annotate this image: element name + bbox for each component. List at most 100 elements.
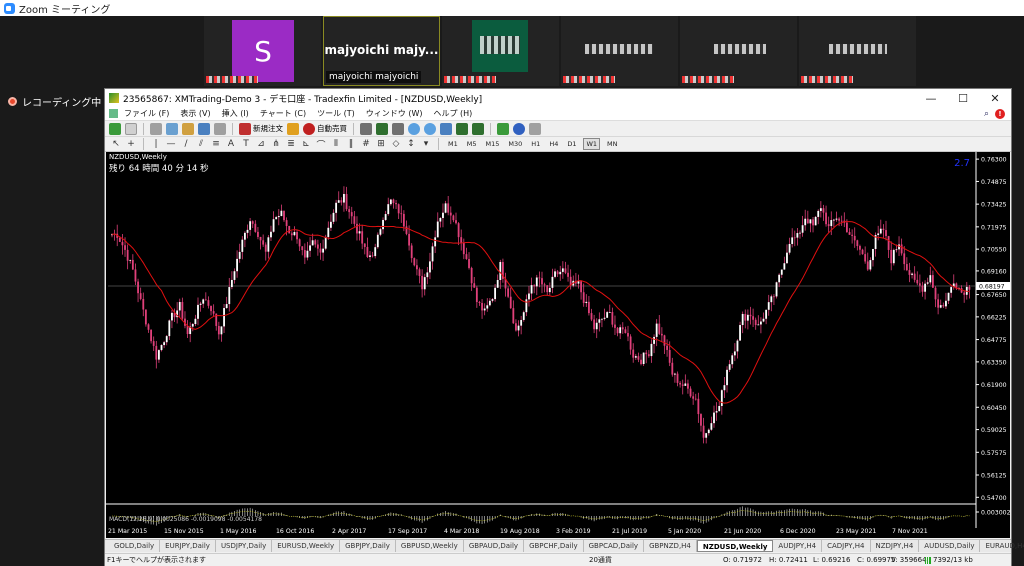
fib-fan-icon[interactable]: ⊾: [301, 139, 311, 149]
menu-window[interactable]: ウィンドウ (W): [366, 108, 423, 119]
menu-file[interactable]: ファイル (F): [124, 108, 169, 119]
mt4-title-bar: 23565867: XMTrading-Demo 3 - デモ口座 - Trad…: [105, 89, 1011, 107]
symbol-tab[interactable]: CADJPY,H4: [822, 540, 871, 552]
close-button[interactable]: ✕: [979, 92, 1011, 105]
chart-shift-icon[interactable]: [472, 122, 484, 135]
navigator-icon[interactable]: [182, 122, 194, 135]
price-chart[interactable]: 0.76300 0.74875 0.73425 0.71975 0.70550 0.691…: [106, 152, 1010, 528]
indicators-icon[interactable]: [497, 122, 509, 135]
expansion-icon[interactable]: ⊞: [376, 139, 386, 149]
label-icon[interactable]: T: [241, 139, 251, 149]
shapes-icon[interactable]: ◇: [391, 139, 401, 149]
cursor-icon[interactable]: ↖: [111, 139, 121, 149]
participant-tile-active[interactable]: majyoichi majy... majyoichi majyoichi: [323, 16, 440, 86]
fib-time-icon[interactable]: ⦀: [331, 139, 341, 149]
participant-tile[interactable]: [680, 16, 797, 86]
regression-icon[interactable]: ≣: [286, 139, 296, 149]
more-tools-icon[interactable]: ▾: [421, 139, 431, 149]
trendline-icon[interactable]: /: [181, 139, 191, 149]
symbol-tab[interactable]: NZDJPY,H4: [871, 540, 920, 552]
symbol-tab[interactable]: GBPUSD,Weekly: [396, 540, 464, 552]
candle-body: [856, 240, 859, 247]
new-order-button[interactable]: 新規注文: [239, 122, 283, 135]
symbol-tab[interactable]: EURAUD,H4: [980, 540, 1024, 552]
symbol-tab[interactable]: GBPCHF,Daily: [524, 540, 584, 552]
auto-trade-button[interactable]: 自動売買: [303, 122, 347, 135]
participant-video: [472, 20, 528, 72]
data-window-icon[interactable]: [166, 122, 178, 135]
minimize-button[interactable]: —: [915, 92, 947, 105]
templates-icon[interactable]: [529, 122, 541, 135]
timeframe-w1[interactable]: W1: [583, 138, 601, 150]
search-icon[interactable]: ⌕: [984, 109, 989, 119]
symbol-tab[interactable]: AUDJPY,H4: [773, 540, 823, 552]
symbol-tab[interactable]: AUDUSD,Daily: [919, 540, 981, 552]
market-watch-icon[interactable]: [150, 122, 162, 135]
timeframe-m15[interactable]: M15: [484, 139, 502, 149]
timeframe-m5[interactable]: M5: [465, 139, 479, 149]
menu-view[interactable]: 表示 (V): [180, 108, 210, 119]
profiles-icon[interactable]: [125, 122, 137, 135]
candle-body: [585, 301, 588, 303]
alert-icon[interactable]: !: [995, 108, 1005, 119]
participant-tile[interactable]: [561, 16, 678, 86]
recording-indicator[interactable]: レコーディング中: [8, 94, 101, 109]
cycle-lines-icon[interactable]: ‖: [346, 139, 356, 149]
candles-icon[interactable]: [376, 122, 388, 135]
gann-icon[interactable]: ⊿: [256, 139, 266, 149]
candle-body: [601, 318, 603, 320]
menu-tools[interactable]: ツール (T): [317, 108, 355, 119]
channel-icon[interactable]: ⫽: [196, 139, 206, 149]
tester-icon[interactable]: [214, 122, 226, 135]
zoom-in-icon[interactable]: [408, 122, 420, 135]
symbol-tab[interactable]: EURUSD,Weekly: [272, 540, 341, 552]
status-volume: V: 359664: [891, 556, 927, 564]
periods-icon[interactable]: [513, 122, 525, 135]
line-chart-icon[interactable]: [392, 122, 404, 135]
symbol-tab[interactable]: GBPNZD,H4: [644, 540, 697, 552]
grid-icon[interactable]: #: [361, 139, 371, 149]
timeframe-h1[interactable]: H1: [529, 139, 542, 149]
mt4-app-icon: [109, 93, 119, 103]
symbol-tab[interactable]: GBPCAD,Daily: [584, 540, 645, 552]
participant-tile[interactable]: [799, 16, 916, 86]
andrews-icon[interactable]: ⋔: [271, 139, 281, 149]
symbol-tab[interactable]: GBPAUD,Daily: [464, 540, 525, 552]
vertical-line-icon[interactable]: |: [151, 139, 161, 149]
candle-body: [223, 308, 225, 327]
arrows-icon[interactable]: ↕: [406, 139, 416, 149]
timeframe-mn[interactable]: MN: [605, 139, 619, 149]
menu-help[interactable]: ヘルプ (H): [433, 108, 472, 119]
bar-chart-icon[interactable]: [360, 122, 372, 135]
text-icon[interactable]: A: [226, 139, 236, 149]
autoscroll-icon[interactable]: [456, 122, 468, 135]
menu-chart[interactable]: チャート (C): [260, 108, 306, 119]
terminal-icon[interactable]: [198, 122, 210, 135]
candle-body: [142, 298, 145, 310]
new-chart-icon[interactable]: [109, 122, 121, 135]
fib-arcs-icon[interactable]: ⌒: [316, 138, 326, 151]
zoom-out-icon[interactable]: [424, 122, 436, 135]
symbol-tab[interactable]: GBPJPY,Daily: [340, 540, 396, 552]
metaeditor-icon[interactable]: [287, 122, 299, 135]
blurred-name: [801, 76, 853, 83]
candle-body: [329, 221, 332, 228]
fibonacci-icon[interactable]: ≡: [211, 139, 221, 149]
crosshair-icon[interactable]: +: [126, 139, 136, 149]
timeframe-h4[interactable]: H4: [547, 139, 560, 149]
symbol-tab[interactable]: NZDUSD,Weekly: [696, 540, 774, 552]
timeframe-d1[interactable]: D1: [565, 139, 578, 149]
maximize-button[interactable]: ☐: [947, 92, 979, 105]
candle-body: [262, 240, 265, 245]
horizontal-line-icon[interactable]: —: [166, 139, 176, 149]
symbol-tab[interactable]: EURJPY,Daily: [160, 540, 216, 552]
chart-canvas[interactable]: 0.76300 0.74875 0.73425 0.71975 0.70550 0.691…: [106, 152, 1010, 528]
timeframe-m1[interactable]: M1: [446, 139, 460, 149]
participant-tile[interactable]: [442, 16, 559, 86]
symbol-tab[interactable]: USDJPY,Daily: [216, 540, 273, 552]
participant-tile[interactable]: S: [204, 16, 321, 86]
timeframe-m30[interactable]: M30: [506, 139, 524, 149]
symbol-tab[interactable]: GOLD,Daily: [109, 540, 161, 552]
menu-insert[interactable]: 挿入 (I): [222, 108, 249, 119]
tile-windows-icon[interactable]: [440, 122, 452, 135]
